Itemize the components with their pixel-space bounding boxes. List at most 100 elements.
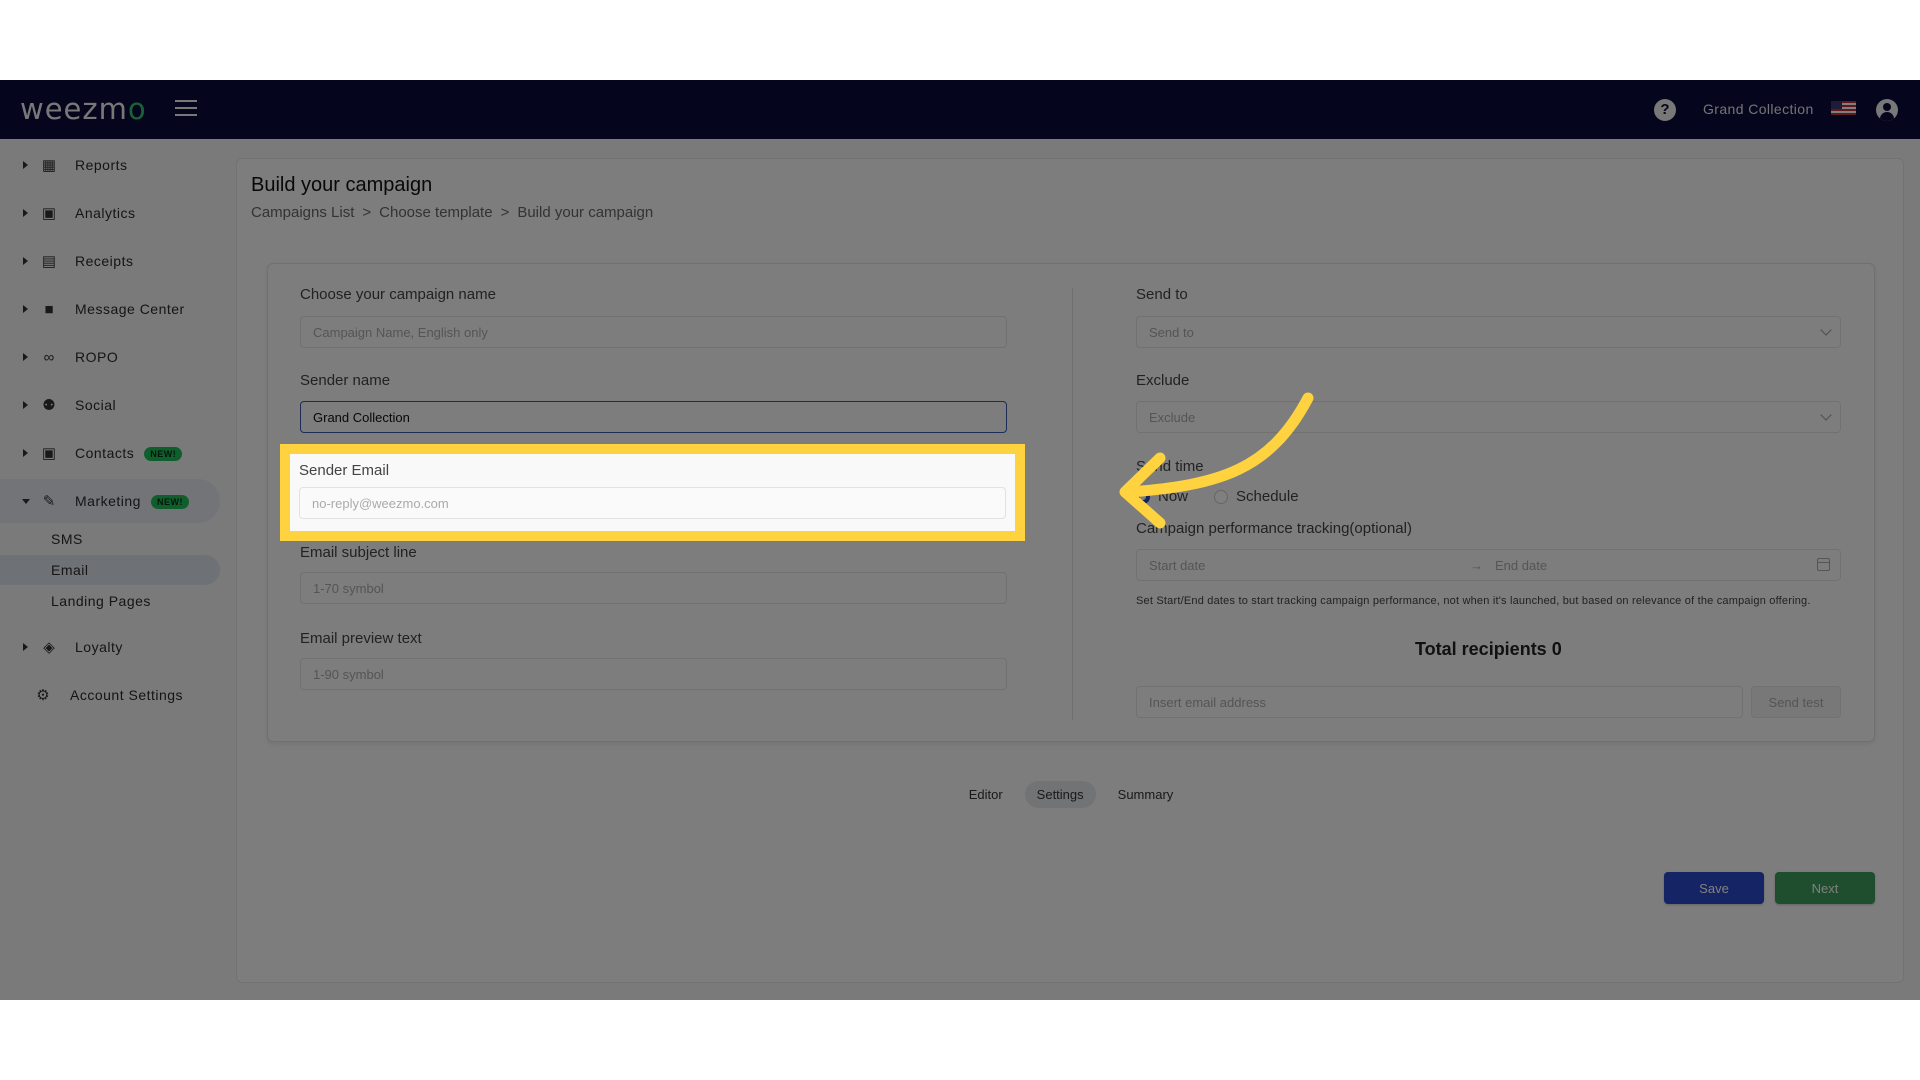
account-name[interactable]: Grand Collection: [1703, 101, 1814, 117]
step-tabs: Editor Settings Summary: [237, 781, 1905, 808]
chat-icon: ■: [44, 300, 54, 318]
preview-text-input[interactable]: 1-90 symbol: [300, 658, 1007, 690]
weezmo-logo[interactable]: weezmo: [20, 92, 147, 126]
tag-icon: ◈: [43, 639, 55, 656]
top-navbar: weezmo ? Grand Collection: [0, 80, 1920, 139]
logo-text: weezm: [20, 92, 128, 126]
caret-right-icon: [23, 161, 28, 169]
campaign-name-label: Choose your campaign name: [300, 286, 496, 303]
sidebar-item-label: Marketing NEW!: [75, 492, 189, 510]
sender-name-label: Sender name: [300, 372, 391, 389]
new-badge: NEW!: [150, 495, 189, 510]
contacts-icon: ▣: [41, 445, 57, 462]
breadcrumb: Campaigns List > Choose template > Build…: [251, 204, 653, 221]
send-to-select[interactable]: Send to: [1136, 316, 1841, 348]
sidebar-item-label: Analytics: [75, 205, 136, 221]
menu-toggle-icon[interactable]: [175, 100, 197, 118]
user-account-icon[interactable]: [1876, 99, 1898, 121]
group-icon: ⚉: [42, 397, 56, 414]
save-button[interactable]: Save: [1664, 872, 1764, 904]
test-email-input[interactable]: Insert email address: [1136, 686, 1743, 718]
sidebar-item-receipts[interactable]: ▤ Receipts: [0, 239, 220, 283]
send-time-options: Now Schedule: [1136, 488, 1299, 505]
calendar-icon[interactable]: [1817, 558, 1830, 571]
megaphone-icon: ✎: [42, 493, 56, 510]
sidebar-item-text: Contacts: [75, 444, 135, 461]
sidebar-item-label: Social: [75, 397, 117, 413]
caret-right-icon: [23, 209, 28, 217]
sidebar-subitem-sms[interactable]: SMS: [0, 524, 220, 554]
next-button[interactable]: Next: [1775, 872, 1875, 904]
sidebar-item-contacts[interactable]: ▣ Contacts NEW!: [0, 431, 220, 475]
sender-email-label: Sender Email: [299, 462, 390, 479]
radio-now-label[interactable]: Now: [1158, 488, 1188, 505]
tab-settings[interactable]: Settings: [1024, 781, 1096, 808]
sender-name-input[interactable]: Grand Collection: [300, 401, 1007, 433]
breadcrumb-campaigns-list[interactable]: Campaigns List: [251, 204, 354, 221]
preview-text-label: Email preview text: [300, 630, 422, 647]
sidebar-item-label: Receipts: [75, 253, 134, 269]
sidebar: ▦ Reports ▣ Analytics ▤ Receipts ■ Messa…: [0, 139, 222, 1000]
sidebar-item-label: Account Settings: [70, 687, 184, 703]
dashboard-icon: ▦: [41, 157, 57, 174]
sidebar-item-label: ROPO: [75, 349, 119, 365]
caret-right-icon: [23, 257, 28, 265]
sidebar-item-analytics[interactable]: ▣ Analytics: [0, 191, 220, 235]
sender-email-input[interactable]: no-reply@weezmo.com: [299, 487, 1006, 519]
page-title: Build your campaign: [251, 174, 433, 196]
exclude-placeholder: Exclude: [1149, 409, 1196, 425]
sidebar-item-text: Marketing: [75, 492, 141, 509]
tracking-label: Campaign performance tracking(optional): [1136, 520, 1412, 537]
breadcrumb-current: Build your campaign: [517, 204, 654, 221]
highlighted-sender-email-field: Sender Email no-reply@weezmo.com: [280, 444, 1025, 541]
caret-down-icon: [22, 498, 30, 504]
exclude-select[interactable]: Exclude: [1136, 401, 1841, 433]
sidebar-item-marketing[interactable]: ✎ Marketing NEW!: [0, 479, 220, 523]
sidebar-item-message-center[interactable]: ■ Message Center: [0, 287, 220, 331]
tab-editor[interactable]: Editor: [957, 781, 1015, 808]
sidebar-item-label: Reports: [75, 157, 128, 173]
start-date-input[interactable]: Start date: [1149, 558, 1205, 573]
radio-now[interactable]: [1136, 489, 1150, 504]
sidebar-subitem-label: Email: [51, 562, 89, 578]
chevron-down-icon: [1820, 409, 1832, 421]
caret-right-icon: [23, 305, 28, 313]
end-date-input[interactable]: End date: [1495, 558, 1547, 573]
sidebar-item-loyalty[interactable]: ◈ Loyalty: [0, 625, 220, 669]
sidebar-subitem-email[interactable]: Email: [0, 555, 220, 585]
tracking-date-range[interactable]: Start date → End date: [1136, 549, 1841, 581]
campaign-name-input[interactable]: Campaign Name, English only: [300, 316, 1007, 348]
caret-right-icon: [23, 353, 28, 361]
radio-schedule[interactable]: [1214, 489, 1229, 504]
breadcrumb-separator: >: [362, 204, 372, 221]
subject-input[interactable]: 1-70 symbol: [300, 572, 1007, 604]
sidebar-item-label: Loyalty: [75, 639, 123, 655]
sidebar-subitem-label: SMS: [51, 531, 83, 547]
help-icon[interactable]: ?: [1654, 99, 1676, 121]
main-panel: Build your campaign Campaigns List > Cho…: [236, 158, 1904, 983]
breadcrumb-choose-template[interactable]: Choose template: [379, 204, 492, 221]
sidebar-subitem-landing-pages[interactable]: Landing Pages: [0, 586, 220, 616]
tracking-help-text: Set Start/End dates to start tracking ca…: [1136, 595, 1811, 607]
sidebar-item-social[interactable]: ⚉ Social: [0, 383, 220, 427]
sidebar-item-reports[interactable]: ▦ Reports: [0, 143, 220, 187]
radio-schedule-label[interactable]: Schedule: [1236, 488, 1299, 505]
caret-right-icon: [23, 643, 28, 651]
sidebar-item-account-settings[interactable]: ⚙ Account Settings: [0, 673, 220, 717]
send-test-button[interactable]: Send test: [1751, 686, 1841, 718]
tab-summary[interactable]: Summary: [1106, 781, 1186, 808]
subject-label: Email subject line: [300, 544, 417, 561]
sidebar-subitem-label: Landing Pages: [51, 593, 151, 609]
sidebar-item-label: Message Center: [75, 301, 185, 317]
total-recipients: Total recipients 0: [1415, 639, 1562, 659]
sidebar-item-label: Contacts NEW!: [75, 444, 183, 462]
us-flag-icon[interactable]: [1831, 101, 1856, 115]
breadcrumb-separator: >: [500, 204, 510, 221]
gear-icon: ⚙: [36, 687, 50, 704]
send-to-placeholder: Send to: [1149, 324, 1194, 340]
new-badge: NEW!: [144, 447, 183, 462]
chevron-down-icon: [1820, 324, 1832, 336]
logo-accent: o: [127, 92, 147, 126]
sidebar-item-ropo[interactable]: ∞ ROPO: [0, 335, 220, 379]
exclude-label: Exclude: [1136, 372, 1190, 389]
